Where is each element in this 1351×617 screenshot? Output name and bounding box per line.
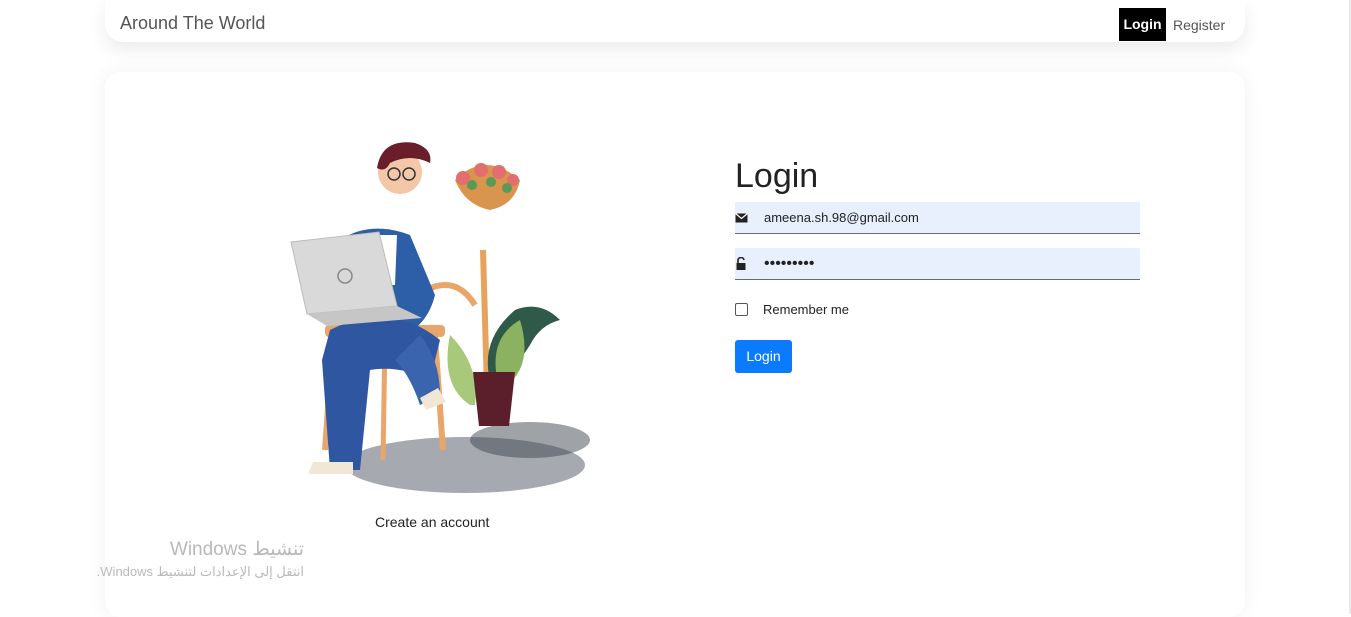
windows-activation-subtitle: انتقل إلى الإعدادات لتنشيط Windows. <box>96 564 304 579</box>
laptop-screen <box>290 231 398 315</box>
plant-leaf <box>447 335 476 405</box>
leaf <box>486 177 496 187</box>
login-button[interactable]: Login <box>735 340 792 373</box>
create-account-link[interactable]: Create an account <box>375 514 489 530</box>
leaf <box>502 183 512 193</box>
windows-activation-title: تنشيط Windows <box>169 539 304 560</box>
remember-me-checkbox[interactable] <box>735 303 748 316</box>
login-card: Create an account Login ••••••••• Rememb… <box>105 72 1245 617</box>
flower <box>492 165 506 179</box>
nav-login-link[interactable]: Login <box>1119 8 1166 41</box>
nav-register-link[interactable]: Register <box>1173 17 1225 33</box>
envelope-icon <box>735 213 748 223</box>
sneaker <box>308 462 353 474</box>
password-field[interactable]: ••••••••• <box>735 248 1140 280</box>
plant-shadow <box>470 422 590 458</box>
flower <box>474 163 488 177</box>
leaf <box>467 180 477 190</box>
remember-me-label[interactable]: Remember me <box>763 302 849 317</box>
page-title: Login <box>735 156 819 195</box>
top-navbar: Around The World Login Register <box>105 0 1245 42</box>
plant-pot <box>473 372 515 426</box>
person-with-laptop-illustration <box>290 142 590 493</box>
email-field[interactable] <box>735 202 1140 234</box>
password-input[interactable]: ••••••••• <box>764 248 1124 279</box>
email-input[interactable] <box>764 202 1124 233</box>
brand-link[interactable]: Around The World <box>120 13 265 34</box>
plant-stand <box>480 249 490 391</box>
lock-icon <box>736 257 746 270</box>
